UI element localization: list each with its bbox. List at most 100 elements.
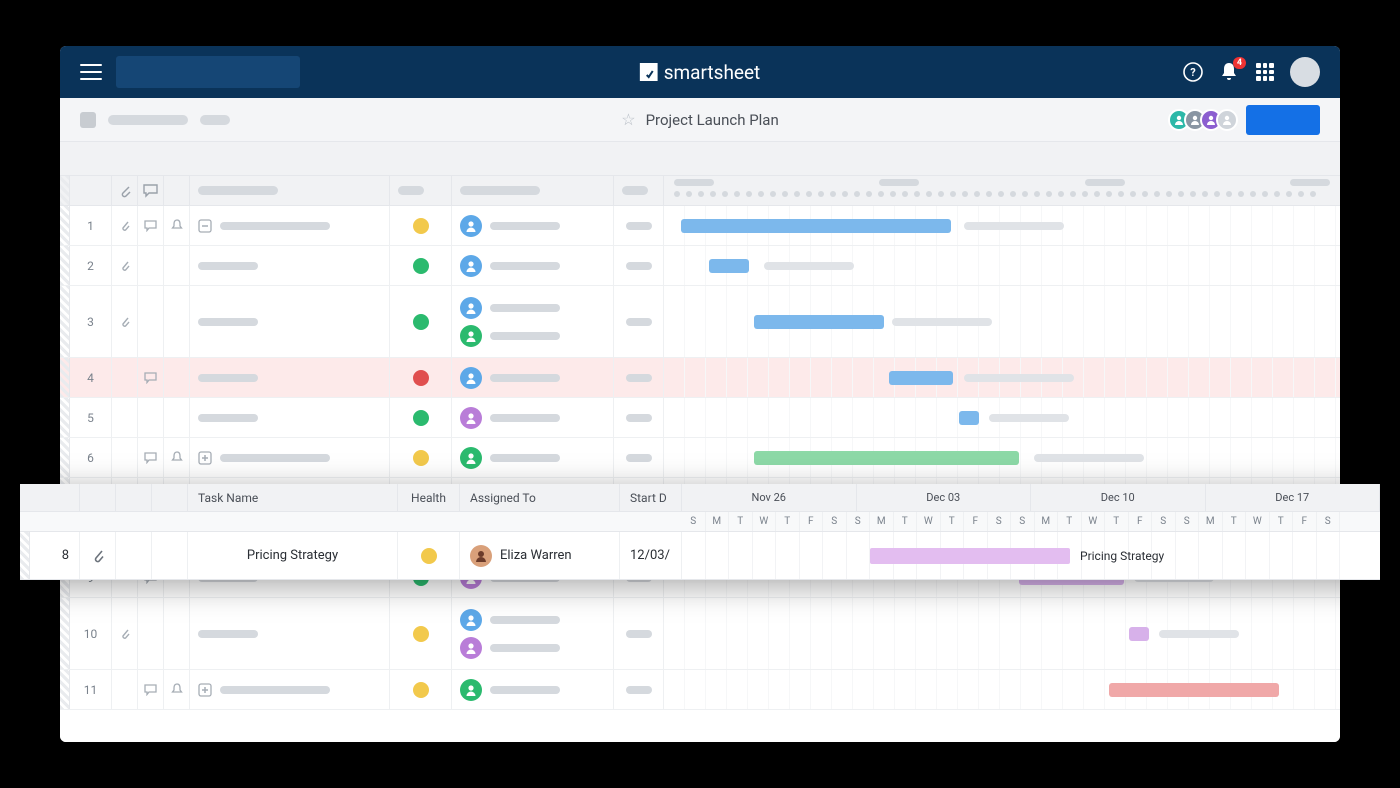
- gantt-cell[interactable]: [664, 286, 1340, 357]
- zoom-assigned-to[interactable]: Eliza Warren: [460, 532, 620, 579]
- row-comment-icon[interactable]: [138, 670, 164, 709]
- row-reminder-icon[interactable]: [164, 358, 190, 397]
- date-cell[interactable]: [614, 286, 664, 357]
- date-cell[interactable]: [614, 358, 664, 397]
- zoom-gantt-bar[interactable]: [870, 548, 1070, 564]
- grid-row[interactable]: 3: [60, 286, 1340, 358]
- date-cell[interactable]: [614, 438, 664, 477]
- assigned-cell[interactable]: [452, 438, 614, 477]
- date-cell[interactable]: [614, 670, 664, 709]
- row-attach-icon[interactable]: [112, 398, 138, 437]
- row-reminder-icon[interactable]: [164, 438, 190, 477]
- apps-icon[interactable]: [1254, 61, 1276, 83]
- grid-row[interactable]: 11: [60, 670, 1340, 710]
- row-attach-icon[interactable]: [112, 438, 138, 477]
- gantt-cell[interactable]: [664, 438, 1340, 477]
- grid-row[interactable]: 6: [60, 438, 1340, 478]
- expand-icon[interactable]: [198, 219, 212, 233]
- row-comment-icon[interactable]: [138, 206, 164, 245]
- row-reminder-icon[interactable]: [164, 598, 190, 669]
- assigned-cell[interactable]: [452, 246, 614, 285]
- date-cell[interactable]: [614, 398, 664, 437]
- grid-row[interactable]: 10: [60, 598, 1340, 670]
- expand-icon[interactable]: [198, 451, 212, 465]
- row-comment-icon[interactable]: [138, 438, 164, 477]
- person-icon: [460, 215, 482, 237]
- week-header: Dec 03: [857, 484, 1032, 511]
- task-cell[interactable]: [190, 358, 390, 397]
- row-comment-icon[interactable]: [138, 358, 164, 397]
- favorite-icon[interactable]: ☆: [621, 110, 635, 129]
- row-comment-icon[interactable]: [138, 398, 164, 437]
- task-cell[interactable]: [190, 670, 390, 709]
- assigned-cell[interactable]: [452, 398, 614, 437]
- grid-row[interactable]: 2: [60, 246, 1340, 286]
- row-number: 1: [70, 206, 112, 245]
- row-reminder-icon[interactable]: [164, 670, 190, 709]
- health-cell[interactable]: [390, 438, 452, 477]
- health-cell[interactable]: [390, 670, 452, 709]
- assigned-cell[interactable]: [452, 670, 614, 709]
- back-button[interactable]: [80, 112, 96, 128]
- gantt-cell[interactable]: [664, 598, 1340, 669]
- health-cell[interactable]: [390, 246, 452, 285]
- row-reminder-icon[interactable]: [164, 246, 190, 285]
- assigned-cell[interactable]: [452, 358, 614, 397]
- task-cell[interactable]: [190, 206, 390, 245]
- health-cell[interactable]: [390, 598, 452, 669]
- zoom-gantt[interactable]: Pricing Strategy: [682, 532, 1380, 579]
- grid-row[interactable]: 1: [60, 206, 1340, 246]
- grid-row[interactable]: 5: [60, 398, 1340, 438]
- assigned-cell[interactable]: [452, 206, 614, 245]
- health-cell[interactable]: [390, 398, 452, 437]
- zoom-task-name[interactable]: Pricing Strategy: [188, 532, 398, 579]
- row-comment-icon[interactable]: [138, 246, 164, 285]
- date-cell[interactable]: [614, 598, 664, 669]
- row-attach-icon[interactable]: [112, 206, 138, 245]
- expand-icon[interactable]: [198, 683, 212, 697]
- task-cell[interactable]: [190, 246, 390, 285]
- menu-icon[interactable]: [80, 64, 102, 80]
- gantt-cell[interactable]: [664, 398, 1340, 437]
- zoom-start-date[interactable]: 12/03/: [620, 532, 682, 579]
- date-cell[interactable]: [614, 206, 664, 245]
- row-attach-icon[interactable]: [112, 670, 138, 709]
- task-cell[interactable]: [190, 286, 390, 357]
- row-attach-icon[interactable]: [112, 358, 138, 397]
- day-header: F: [800, 512, 824, 531]
- row-attach-icon[interactable]: [112, 598, 138, 669]
- gantt-cell[interactable]: [664, 670, 1340, 709]
- row-reminder-icon[interactable]: [164, 286, 190, 357]
- assigned-cell[interactable]: [452, 598, 614, 669]
- row-attach-icon[interactable]: [112, 286, 138, 357]
- day-header: S: [847, 512, 871, 531]
- task-cell[interactable]: [190, 598, 390, 669]
- row-reminder-icon[interactable]: [164, 398, 190, 437]
- notifications-icon[interactable]: 4: [1218, 61, 1240, 83]
- search-input[interactable]: [116, 56, 300, 88]
- row-reminder-icon[interactable]: [164, 206, 190, 245]
- grid-row[interactable]: 4: [60, 358, 1340, 398]
- health-cell[interactable]: [390, 358, 452, 397]
- zoom-task-header: Task Name: [188, 484, 398, 511]
- collaborators[interactable]: [1174, 109, 1238, 131]
- assigned-cell[interactable]: [452, 286, 614, 357]
- zoom-attachment-icon[interactable]: [80, 532, 116, 579]
- health-cell[interactable]: [390, 286, 452, 357]
- gantt-cell[interactable]: [664, 246, 1340, 285]
- week-header: Dec 17: [1206, 484, 1381, 511]
- share-button[interactable]: [1246, 105, 1320, 135]
- help-icon[interactable]: ?: [1182, 61, 1204, 83]
- user-avatar[interactable]: [1290, 57, 1320, 87]
- row-attach-icon[interactable]: [112, 246, 138, 285]
- task-cell[interactable]: [190, 438, 390, 477]
- row-number: 6: [70, 438, 112, 477]
- row-comment-icon[interactable]: [138, 286, 164, 357]
- date-cell[interactable]: [614, 246, 664, 285]
- row-number: 2: [70, 246, 112, 285]
- gantt-cell[interactable]: [664, 358, 1340, 397]
- row-comment-icon[interactable]: [138, 598, 164, 669]
- gantt-cell[interactable]: [664, 206, 1340, 245]
- health-cell[interactable]: [390, 206, 452, 245]
- task-cell[interactable]: [190, 398, 390, 437]
